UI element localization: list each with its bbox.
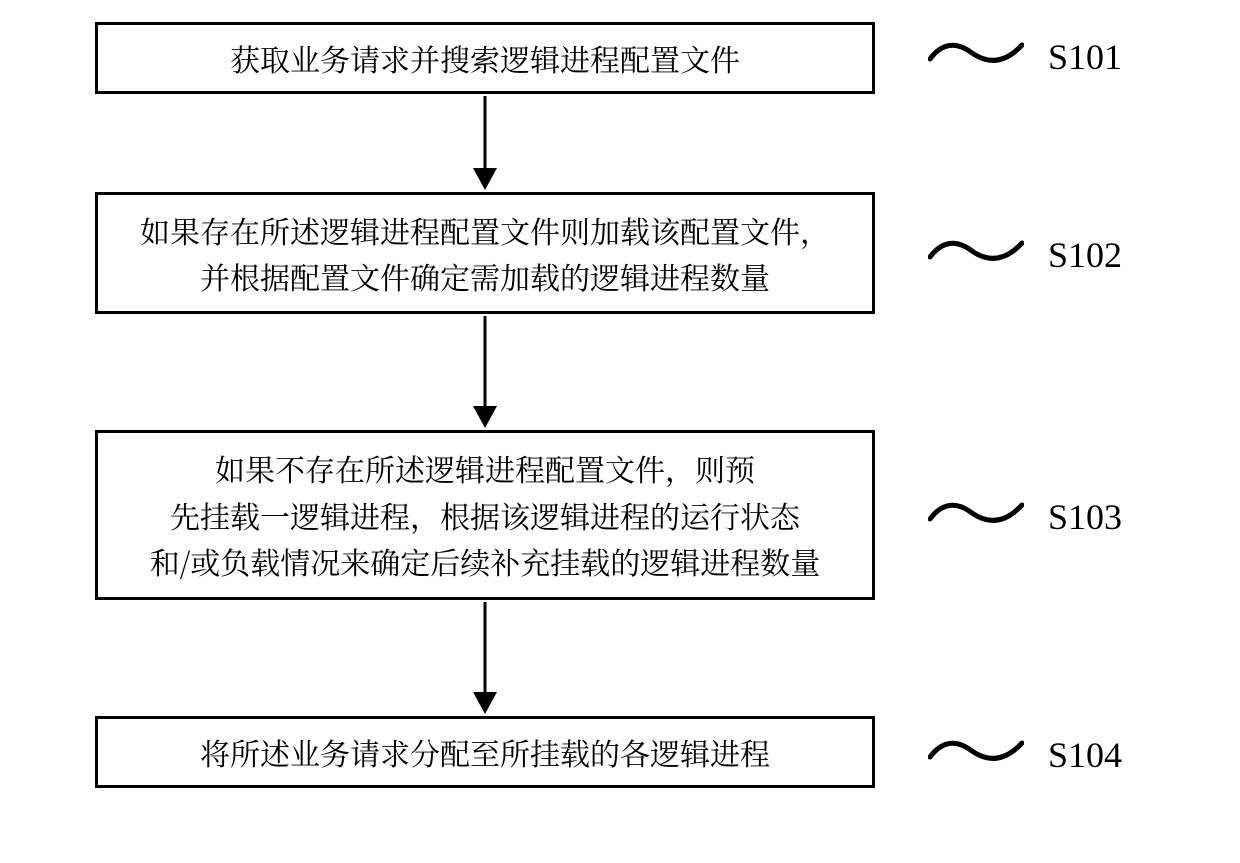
step-box-s103: 如果不存在所述逻辑进程配置文件，则预 先挂载一逻辑进程，根据该逻辑进程的运行状态… (95, 430, 875, 600)
flowchart-canvas: 获取业务请求并搜索逻辑进程配置文件 S101 如果存在所述逻辑进程配置文件则加载… (0, 0, 1240, 863)
step-label-text-s104: S104 (1048, 734, 1122, 776)
step-label-s101: S101 (928, 36, 1122, 78)
step-label-text-s102: S102 (1048, 234, 1122, 276)
tilde-icon (928, 496, 1024, 538)
step-box-s101: 获取业务请求并搜索逻辑进程配置文件 (95, 22, 875, 94)
step-text-s101: 获取业务请求并搜索逻辑进程配置文件 (230, 35, 740, 82)
step-text-s102: 如果存在所述逻辑进程配置文件则加载该配置文件， 并根据配置文件确定需加载的逻辑进… (140, 207, 830, 300)
tilde-icon (928, 36, 1024, 78)
step-label-text-s103: S103 (1048, 496, 1122, 538)
step-label-s103: S103 (928, 496, 1122, 538)
step-box-s102: 如果存在所述逻辑进程配置文件则加载该配置文件， 并根据配置文件确定需加载的逻辑进… (95, 192, 875, 314)
step-text-s103: 如果不存在所述逻辑进程配置文件，则预 先挂载一逻辑进程，根据该逻辑进程的运行状态… (150, 445, 821, 585)
step-label-text-s101: S101 (1048, 36, 1122, 78)
step-text-s104: 将所述业务请求分配至所挂载的各逻辑进程 (200, 729, 770, 776)
tilde-icon (928, 234, 1024, 276)
step-label-s102: S102 (928, 234, 1122, 276)
step-label-s104: S104 (928, 734, 1122, 776)
step-box-s104: 将所述业务请求分配至所挂载的各逻辑进程 (95, 716, 875, 788)
tilde-icon (928, 734, 1024, 776)
